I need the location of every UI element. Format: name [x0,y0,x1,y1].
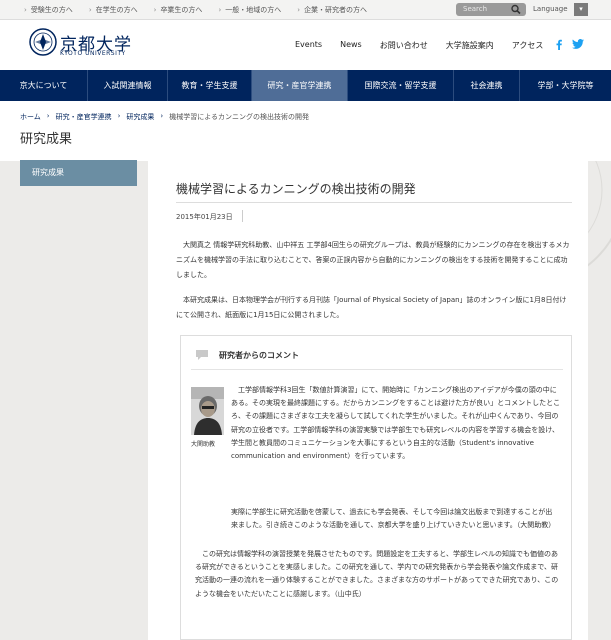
researcher-photo [191,387,224,435]
mainnav-education[interactable]: 教育・学生支援 [168,70,252,101]
audience-links: 受験生の方へ 在学生の方へ 卒業生の方へ 一般・地域の方へ 企業・研究者の方へ [24,0,367,20]
page-heading-area: ホーム › 研究・産官学連携 › 研究成果 › 機械学習によるカンニングの検出技… [0,101,611,161]
article-title: 機械学習によるカンニングの検出技術の開発 [176,182,416,196]
nav-events[interactable]: Events [295,40,322,51]
mainnav-admissions[interactable]: 入試関連情報 [88,70,168,101]
page-title: 研究成果 [20,132,73,147]
speech-bubble-icon [196,350,208,360]
link-alumni[interactable]: 卒業生の方へ [154,5,202,15]
nav-news[interactable]: News [340,40,362,51]
comment-text: 工学部情報学科3回生「数値計算演習」にて、開始時に「カンニング検出のアイデアが今… [231,386,561,461]
twitter-icon[interactable] [572,39,584,49]
breadcrumb-separator: › [117,112,121,120]
sidebar-item-research-results[interactable]: 研究成果 [20,160,137,186]
mainnav-faculties[interactable]: 学部・大学院等 [520,70,611,101]
divider [242,210,243,222]
nav-contact[interactable]: お問い合わせ [380,40,428,51]
utility-bar: 受験生の方へ 在学生の方へ 卒業生の方へ 一般・地域の方へ 企業・研究者の方へ … [0,0,611,20]
site-header: 京都大学 KYOTO UNIVERSITY Events News お問い合わせ… [0,20,611,70]
mainnav-about[interactable]: 京大について [0,70,88,101]
link-students[interactable]: 在学生の方へ [89,5,138,15]
link-researchers[interactable]: 企業・研究者の方へ [297,5,367,15]
breadcrumb-current: 機械学習によるカンニングの検出技術の開発 [169,113,310,121]
breadcrumb-separator: › [160,112,164,120]
comment-heading: 研究者からのコメント [219,351,299,360]
breadcrumb-home[interactable]: ホーム [20,112,41,122]
nav-access[interactable]: アクセス [512,40,544,51]
mainnav-community[interactable]: 社会連携 [454,70,520,101]
breadcrumb-separator: › [46,112,50,120]
breadcrumb-results[interactable]: 研究成果 [126,112,154,122]
article-date: 2015年01月23日 [176,213,233,221]
link-public[interactable]: 一般・地域の方へ [218,5,281,15]
researcher-comment-box: 研究者からのコメント 大関助教 工学部情報学科3回生「数値計算演習」にて、開始時… [180,335,572,640]
article-paragraph: 本研究成果は、日本物理学会が刊行する月刊誌「Journal of Physica… [176,296,567,319]
comment-text-student: この研究は情報学科の演習授業を発展させたものです。問題設定を工夫すると、学部生レ… [195,550,559,598]
nav-facilities[interactable]: 大学施設案内 [446,40,494,51]
divider [191,369,563,370]
article-paragraph: 大関真之 情報学研究科助教、山中祥五 工学部4回生らの研究グループは、教員が経験… [176,241,570,279]
link-applicants[interactable]: 受験生の方へ [24,5,73,15]
breadcrumb: ホーム › 研究・産官学連携 › 研究成果 › 機械学習によるカンニングの検出技… [20,112,309,122]
divider [176,202,572,203]
header-nav: Events News お問い合わせ 大学施設案内 アクセス [295,40,543,51]
photo-caption: 大関助教 [191,441,216,448]
search-icon[interactable] [510,4,522,15]
facebook-icon[interactable] [556,39,562,50]
social-links [556,39,584,50]
university-emblem-icon[interactable] [29,28,57,56]
mainnav-research[interactable]: 研究・産官学連携 [252,70,348,101]
comment-text-continued: 実際に学部生に研究活動を啓蒙して、過去にも学会発表、そして今回は論文出版まで到達… [231,508,556,530]
logo-english[interactable]: KYOTO UNIVERSITY [60,50,126,57]
chevron-down-icon[interactable]: ▾ [574,3,588,16]
article-card: 機械学習によるカンニングの検出技術の開発 2015年01月23日 大関真之 情報… [148,160,588,640]
mainnav-international[interactable]: 国際交流・留学支援 [348,70,454,101]
main-nav: 京大について 入試関連情報 教育・学生支援 研究・産官学連携 国際交流・留学支援… [0,70,611,101]
breadcrumb-research[interactable]: 研究・産官学連携 [56,112,112,122]
